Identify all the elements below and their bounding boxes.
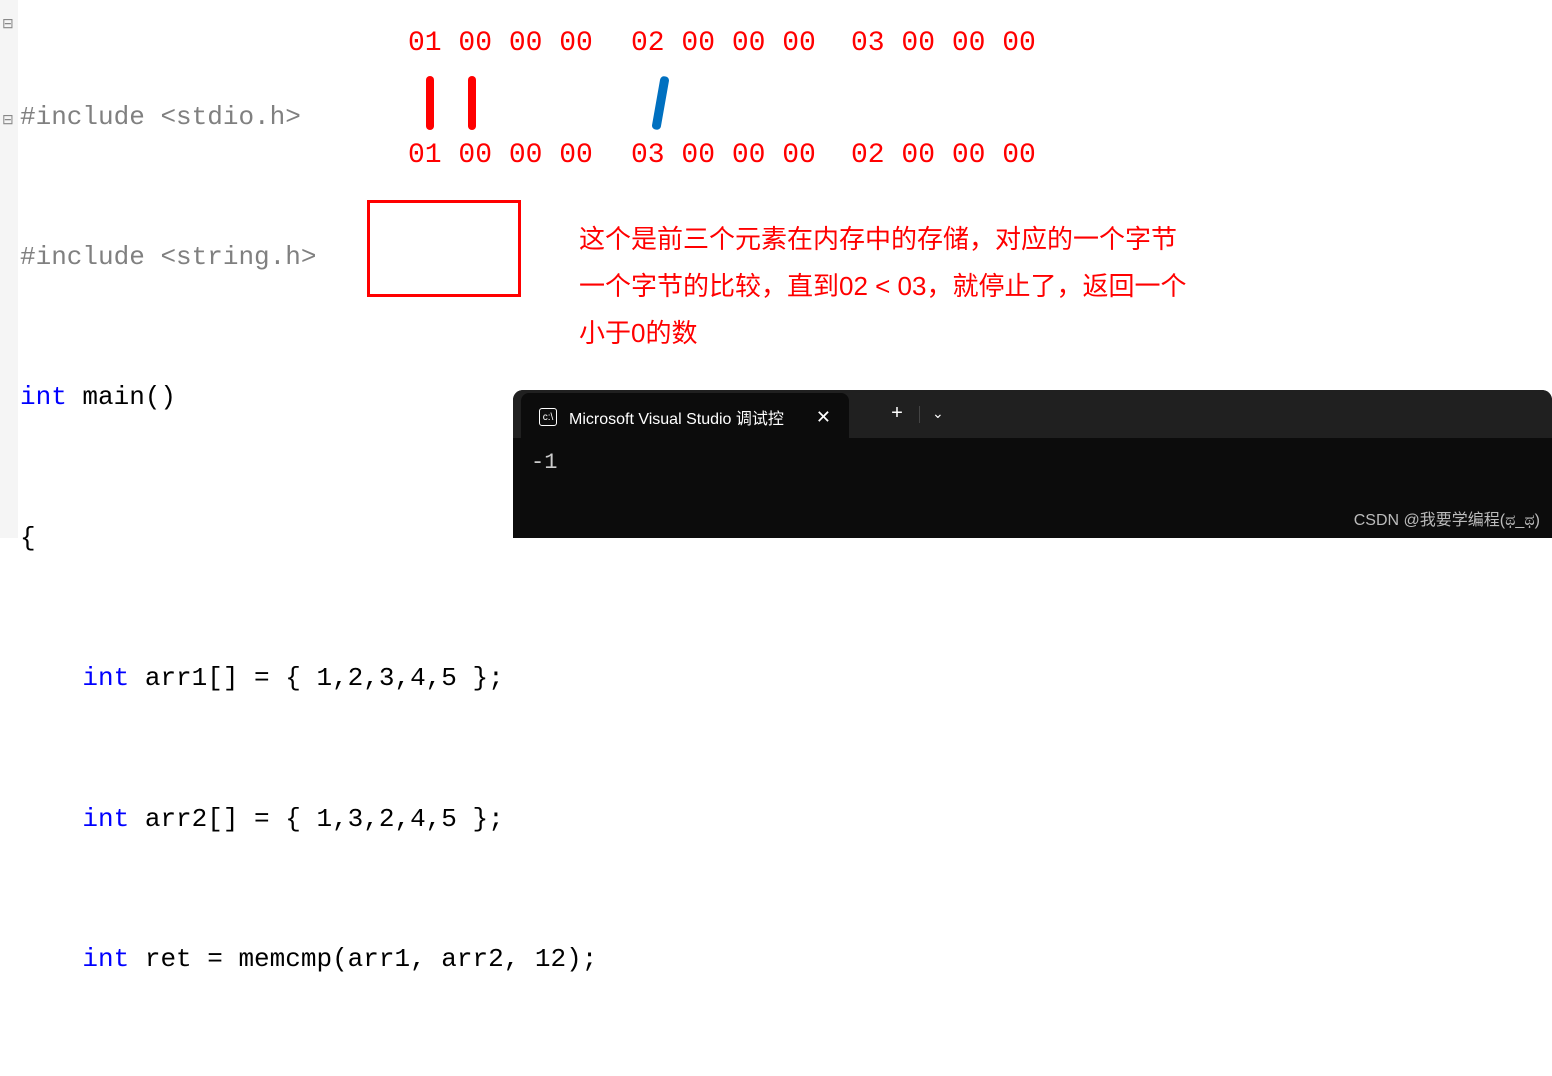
terminal-icon: c:\ — [539, 408, 557, 426]
watermark: CSDN @我要学编程(ಥ_ಥ) — [1354, 506, 1540, 530]
memory-bytes: 03 00 00 00 — [851, 28, 1036, 59]
memory-bytes: 02 00 00 00 — [631, 28, 816, 59]
annotation-text: 这个是前三个元素在内存中的存储，对应的一个字节 一个字节的比较，直到02 < 0… — [579, 216, 1186, 356]
terminal-tab[interactable]: c:\ Microsoft Visual Studio 调试控 ✕ — [521, 393, 849, 441]
annotation-line: 这个是前三个元素在内存中的存储，对应的一个字节 — [579, 216, 1186, 263]
tab-dropdown-icon[interactable]: ⌄ — [919, 406, 956, 423]
annotation-line: 一个字节的比较，直到02 < 03，就停止了，返回一个 — [579, 263, 1186, 310]
func-main: main() — [67, 382, 176, 412]
code-text: arr1[] = { 1,2,3,4,5 }; — [129, 663, 503, 693]
preproc-directive: #include — [20, 242, 160, 272]
new-tab-button[interactable]: + — [879, 403, 915, 426]
memory-bytes: 01 00 00 00 — [408, 28, 593, 59]
memory-bytes: 02 00 00 00 — [851, 140, 1036, 171]
code-text: arr2[] = { 1,3,2,4,5 }; — [129, 804, 503, 834]
annotation-line: 小于0的数 — [579, 310, 1186, 357]
memory-bytes: 01 00 00 00 — [408, 140, 593, 171]
code-text: ret = memcmp(arr1, arr2, 12); — [129, 944, 597, 974]
terminal-output: -1 — [513, 438, 1552, 487]
keyword-int: int — [20, 382, 67, 412]
close-icon[interactable]: ✕ — [816, 407, 831, 428]
include-path: <string.h> — [160, 242, 316, 272]
terminal-tab-title: Microsoft Visual Studio 调试控 — [569, 405, 784, 429]
include-path: <stdio.h> — [160, 102, 300, 132]
keyword-int: int — [82, 804, 129, 834]
preproc-directive: #include — [20, 102, 160, 132]
annotation-stroke — [468, 76, 476, 130]
annotation-stroke — [651, 76, 669, 131]
keyword-int: int — [82, 663, 129, 693]
memory-bytes: 03 00 00 00 — [631, 140, 816, 171]
terminal-tabbar: c:\ Microsoft Visual Studio 调试控 ✕ + ⌄ — [513, 390, 1552, 438]
keyword-int: int — [82, 944, 129, 974]
annotation-stroke — [426, 76, 434, 130]
